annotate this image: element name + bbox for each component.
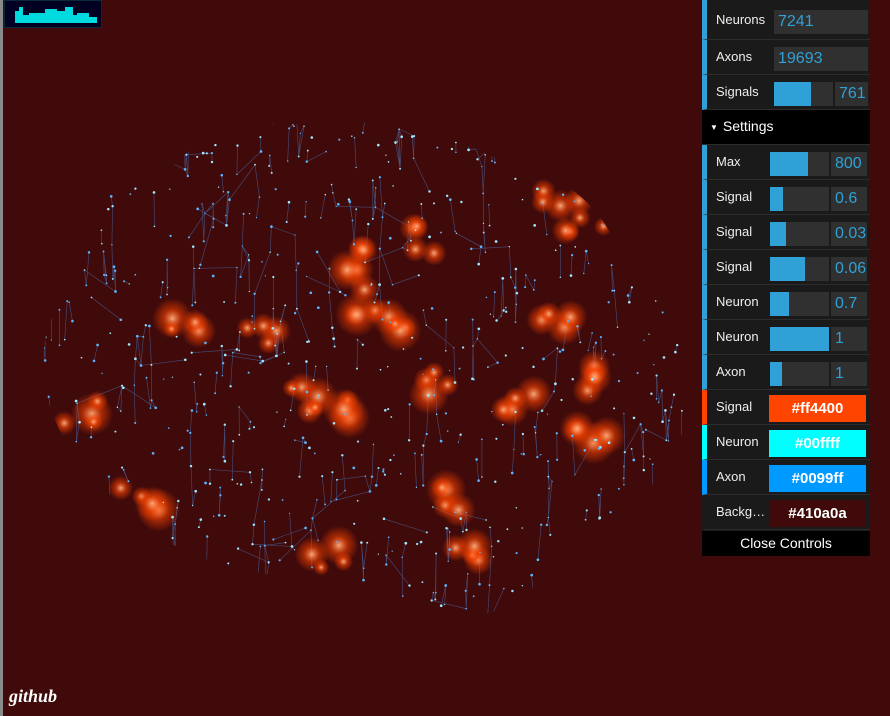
stat-row-axons: Axons 19693 [702,40,870,75]
github-link[interactable]: github [9,686,57,707]
neuron-value-field-2[interactable]: 1 [831,327,867,351]
setting-label: Max [716,154,741,169]
slider-fill [770,222,786,246]
slider-fill [774,82,812,106]
axon-value-field[interactable]: 1 [831,362,867,386]
brain-visualization[interactable] [0,0,700,716]
stat-row-neurons: Neurons 7241 [702,0,870,40]
max-value-field[interactable]: 800 [831,152,867,176]
setting-row-axon: Axon 1 [702,355,870,390]
slider-fill [770,152,809,176]
fps-stats-graph[interactable] [4,0,102,28]
slider-fill [770,327,829,351]
axons-count-field[interactable]: 19693 [774,47,868,71]
stat-label: Neurons [716,12,766,27]
setting-label: Axon [716,364,746,379]
slider-fill [770,362,782,386]
stat-label: Axons [716,49,753,64]
setting-label: Signal [716,224,753,239]
setting-row-neuron-2: Neuron 1 [702,320,870,355]
close-controls-button[interactable]: Close Controls [702,531,870,556]
signal-slider-3[interactable] [770,257,829,281]
color-row-signal: Signal #ff4400 [702,390,870,425]
setting-label: Neuron [716,294,759,309]
signal-value-field-3[interactable]: 0.06 [831,257,867,281]
axon-color-picker[interactable]: #0099ff [769,465,866,492]
signal-color-picker[interactable]: #ff4400 [769,395,866,422]
signal-slider-2[interactable] [770,222,829,246]
slider-fill [770,292,790,316]
color-label: Neuron [716,434,759,449]
neurons-count-field[interactable]: 7241 [774,10,868,34]
controls-panel: Neurons 7241 Axons 19693 Signals 761 ▼ Se… [702,0,870,556]
signal-value-field-2[interactable]: 0.03 [831,222,867,246]
max-slider[interactable] [770,152,829,176]
slider-fill [770,257,806,281]
color-row-axon: Axon #0099ff [702,460,870,495]
stat-label: Signals [716,84,759,99]
setting-row-neuron-1: Neuron 0.7 [702,285,870,320]
background-color-picker[interactable]: #410a0a [769,500,866,527]
neuron-slider-1[interactable] [770,292,829,316]
setting-row-signal-2: Signal 0.03 [702,215,870,250]
neuron-slider-2[interactable] [770,327,829,351]
neuron-color-picker[interactable]: #00ffff [769,430,866,457]
color-label: Background [716,504,768,519]
signal-slider-1[interactable] [770,187,829,211]
color-label: Axon [716,469,746,484]
setting-label: Signal [716,259,753,274]
color-row-background: Background #410a0a [702,495,870,530]
signals-value-field[interactable]: 761 [835,82,868,106]
axon-slider[interactable] [770,362,829,386]
setting-row-signal-1: Signal 0.6 [702,180,870,215]
color-row-neuron: Neuron #00ffff [702,425,870,460]
setting-row-max: Max 800 [702,145,870,180]
setting-label: Neuron [716,329,759,344]
stat-row-signals: Signals 761 [702,75,870,110]
signals-slider[interactable] [774,82,833,106]
setting-label: Signal [716,189,753,204]
caret-down-icon: ▼ [710,122,718,132]
settings-folder-label: Settings [722,118,774,134]
slider-fill [770,187,783,211]
settings-folder-toggle[interactable]: ▼ Settings [702,110,870,145]
neuron-value-field-1[interactable]: 0.7 [831,292,867,316]
setting-row-signal-3: Signal 0.06 [702,250,870,285]
color-label: Signal [716,399,753,414]
signal-value-field-1[interactable]: 0.6 [831,187,867,211]
